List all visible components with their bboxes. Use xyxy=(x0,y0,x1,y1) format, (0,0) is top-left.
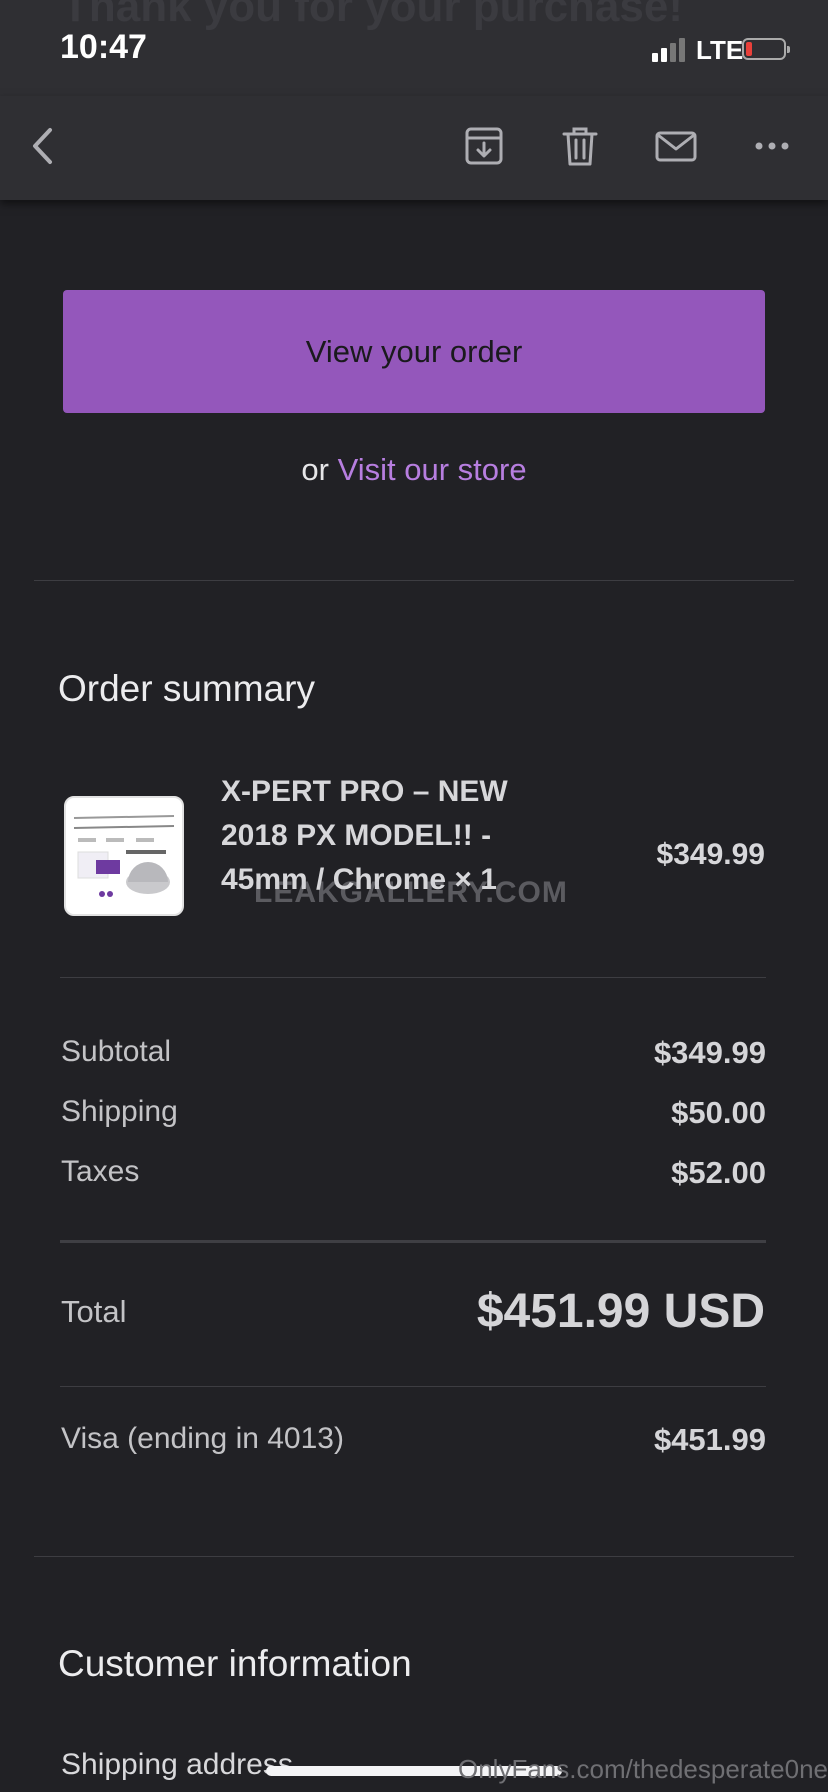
customer-information-title: Customer information xyxy=(58,1643,412,1684)
subtotal-value: $349.99 xyxy=(653,1035,766,1070)
mail-toolbar xyxy=(0,96,828,200)
totals-divider xyxy=(60,1240,766,1243)
battery-icon xyxy=(742,38,790,60)
shipping-address-label: Shipping address xyxy=(61,1748,293,1781)
payment-divider xyxy=(60,1386,766,1387)
archive-button[interactable] xyxy=(456,118,512,174)
total-label: Total xyxy=(61,1294,127,1329)
watermark-text: LEAKGALLERY.COM xyxy=(254,876,568,909)
subtotal-label: Subtotal xyxy=(61,1035,172,1068)
view-order-button[interactable]: View your order xyxy=(63,290,765,413)
mail-icon xyxy=(655,131,697,162)
chevron-left-icon xyxy=(33,128,52,164)
archive-icon xyxy=(465,127,503,165)
status-time: 10:47 xyxy=(60,28,147,66)
product-price: $349.99 xyxy=(656,838,765,871)
network-label: LTE xyxy=(696,35,744,65)
more-horizontal-icon xyxy=(755,142,789,150)
section-divider xyxy=(34,580,794,581)
or-text: or xyxy=(301,452,329,487)
visit-store-line: or Visit our store xyxy=(0,452,828,488)
delete-button[interactable] xyxy=(552,118,608,174)
more-button[interactable] xyxy=(744,118,800,174)
payment-method-label: Visa (ending in 4013) xyxy=(61,1422,344,1455)
status-bar: 10:47 LTE xyxy=(0,0,828,96)
visit-store-link[interactable]: Visit our store xyxy=(338,452,527,487)
product-thumbnail xyxy=(64,796,184,916)
order-summary-title: Order summary xyxy=(58,668,315,709)
section-divider-2 xyxy=(34,1556,794,1557)
item-divider xyxy=(60,977,766,978)
shipping-label: Shipping xyxy=(61,1095,178,1128)
mark-unread-button[interactable] xyxy=(648,118,704,174)
taxes-label: Taxes xyxy=(61,1155,140,1188)
back-button[interactable] xyxy=(16,118,72,174)
taxes-value: $52.00 xyxy=(671,1155,766,1190)
signal-icon xyxy=(652,38,688,62)
trash-icon xyxy=(562,127,598,166)
footer-watermark: OnlyFans.com/thedesperate0ne xyxy=(458,1754,828,1784)
total-value: $451.99 USD xyxy=(476,1285,765,1338)
payment-amount: $451.99 xyxy=(653,1422,766,1457)
shipping-value: $50.00 xyxy=(671,1095,766,1130)
